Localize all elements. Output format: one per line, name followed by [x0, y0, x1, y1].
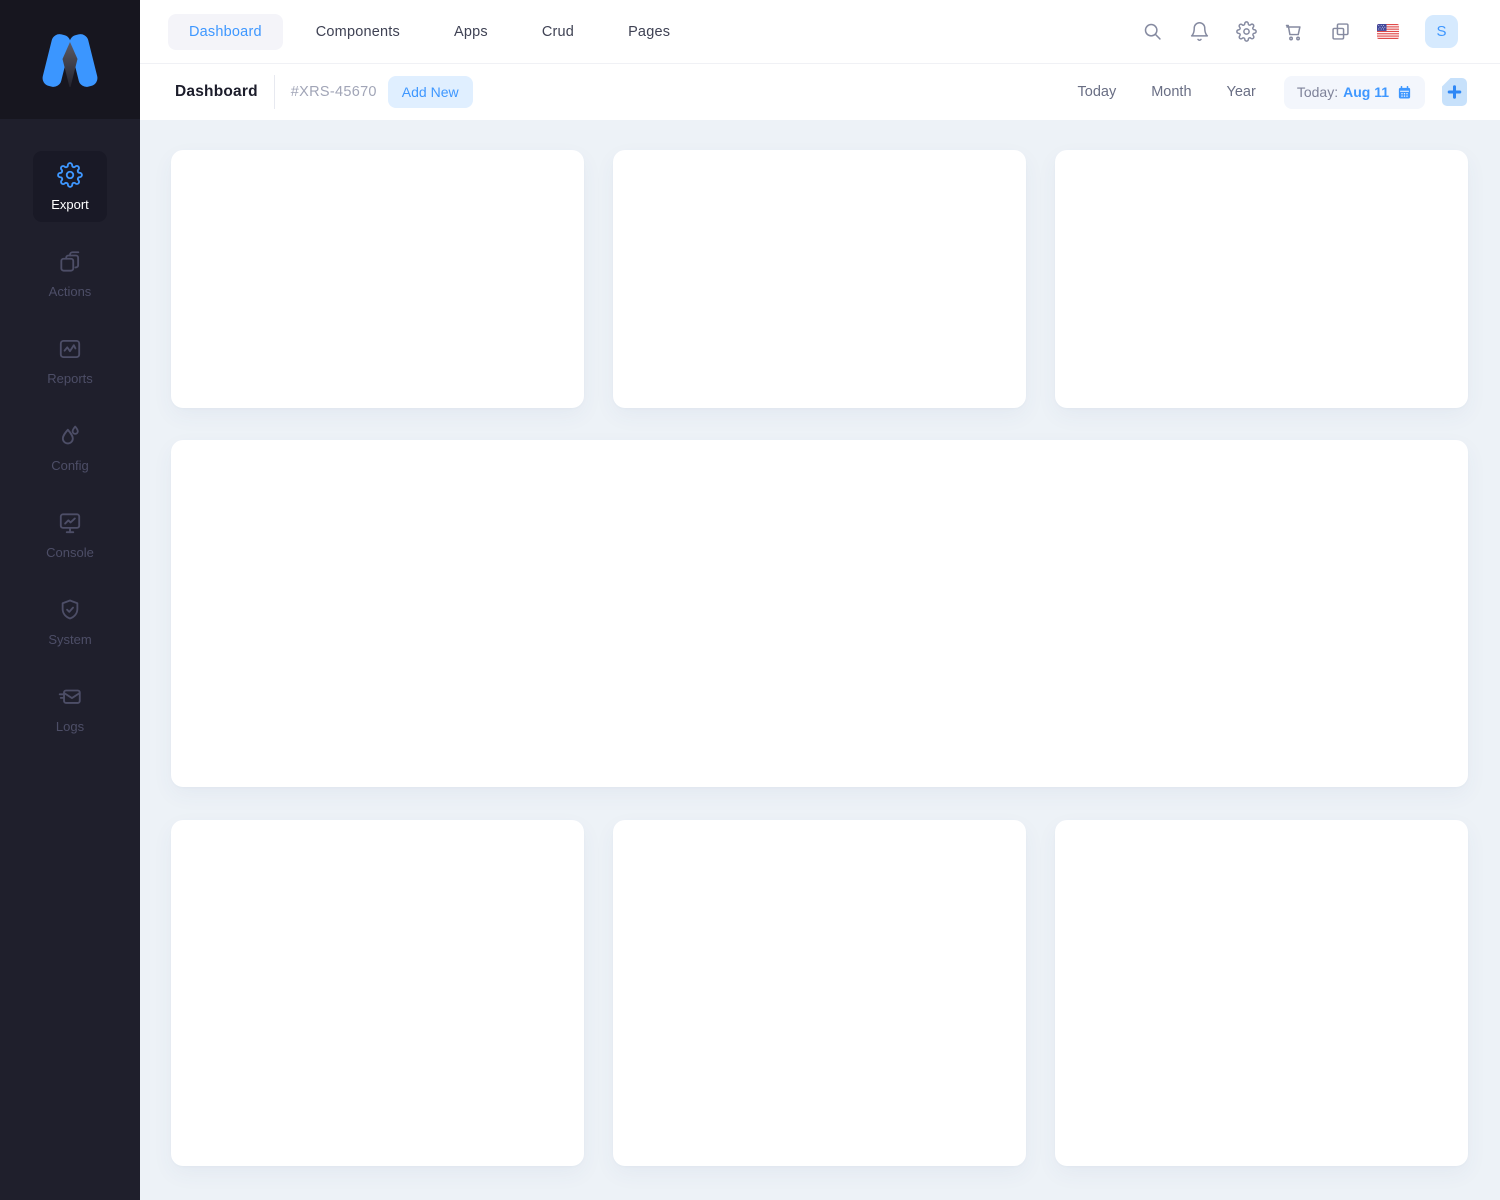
date-prefix: Today:: [1297, 84, 1338, 100]
new-file-button[interactable]: [1441, 77, 1468, 107]
divider: [274, 75, 275, 109]
chart-box-icon: [57, 336, 83, 362]
reference-code: #XRS-45670: [291, 84, 377, 100]
tab-pages[interactable]: Pages: [607, 14, 691, 50]
topbar-actions: S: [1142, 15, 1458, 48]
filter-year[interactable]: Year: [1227, 84, 1256, 100]
sidebar-item-label: Export: [51, 197, 89, 212]
app-logo-icon: [31, 29, 109, 91]
logo-container[interactable]: [0, 0, 140, 119]
card: [171, 150, 584, 408]
calendar-icon: [1397, 85, 1412, 100]
tab-dashboard[interactable]: Dashboard: [168, 14, 283, 50]
avatar[interactable]: S: [1425, 15, 1458, 48]
copy-windows-icon[interactable]: [1330, 21, 1351, 42]
page-title: Dashboard: [175, 83, 258, 101]
card: [1055, 150, 1468, 408]
sidebar-item-reports[interactable]: Reports: [33, 325, 107, 396]
droplets-icon: [57, 423, 83, 449]
main-column: Dashboard Components Apps Crud Pages: [140, 0, 1500, 1200]
add-new-button[interactable]: Add New: [388, 76, 473, 108]
sidebar-item-actions[interactable]: Actions: [33, 238, 107, 309]
topbar: Dashboard Components Apps Crud Pages: [140, 0, 1500, 64]
card-row-1: [171, 150, 1468, 408]
bell-icon[interactable]: [1189, 21, 1210, 42]
card: [613, 820, 1026, 1166]
sidebar-item-label: Logs: [56, 719, 84, 734]
sidebar-item-system[interactable]: System: [33, 586, 107, 657]
tab-crud[interactable]: Crud: [521, 14, 595, 50]
sidebar-item-config[interactable]: Config: [33, 412, 107, 483]
card-row-2: [171, 440, 1468, 787]
tab-apps[interactable]: Apps: [433, 14, 509, 50]
gear-icon: [57, 162, 83, 188]
date-picker-button[interactable]: Today: Aug 11: [1284, 76, 1425, 109]
top-nav: Dashboard Components Apps Crud Pages: [168, 14, 691, 50]
card: [171, 820, 584, 1166]
sidebar-item-label: Config: [51, 458, 89, 473]
tab-components[interactable]: Components: [295, 14, 421, 50]
card-wide: [171, 440, 1468, 787]
sidebar-item-export[interactable]: Export: [33, 151, 107, 222]
send-mail-icon: [57, 684, 83, 710]
copy-stack-icon: [57, 249, 83, 275]
us-flag-icon[interactable]: [1377, 24, 1399, 39]
card-row-3: [171, 820, 1468, 1166]
date-value: Aug 11: [1343, 84, 1389, 100]
card: [1055, 820, 1468, 1166]
filter-month[interactable]: Month: [1151, 84, 1191, 100]
sidebar-item-logs[interactable]: Logs: [33, 673, 107, 744]
cart-icon[interactable]: [1283, 21, 1304, 42]
card: [613, 150, 1026, 408]
sidebar-item-label: Actions: [49, 284, 92, 299]
content-area: [140, 120, 1500, 1200]
sidebar: Export Actions Reports Config: [0, 0, 140, 1200]
sidebar-nav: Export Actions Reports Config: [0, 119, 140, 760]
sidebar-item-console[interactable]: Console: [33, 499, 107, 570]
search-icon[interactable]: [1142, 21, 1163, 42]
subheader-left: Dashboard #XRS-45670 Add New: [175, 75, 473, 109]
shield-check-icon: [57, 597, 83, 623]
monitor-chart-icon: [57, 510, 83, 536]
sidebar-item-label: Reports: [47, 371, 93, 386]
subheader: Dashboard #XRS-45670 Add New Today Month…: [140, 64, 1500, 120]
sidebar-item-label: Console: [46, 545, 94, 560]
sidebar-item-label: System: [48, 632, 91, 647]
subheader-right: Today Month Year Today: Aug 11: [1043, 76, 1468, 109]
filter-today[interactable]: Today: [1078, 84, 1117, 100]
new-file-plus-icon: [1441, 77, 1468, 107]
gear-icon[interactable]: [1236, 21, 1257, 42]
